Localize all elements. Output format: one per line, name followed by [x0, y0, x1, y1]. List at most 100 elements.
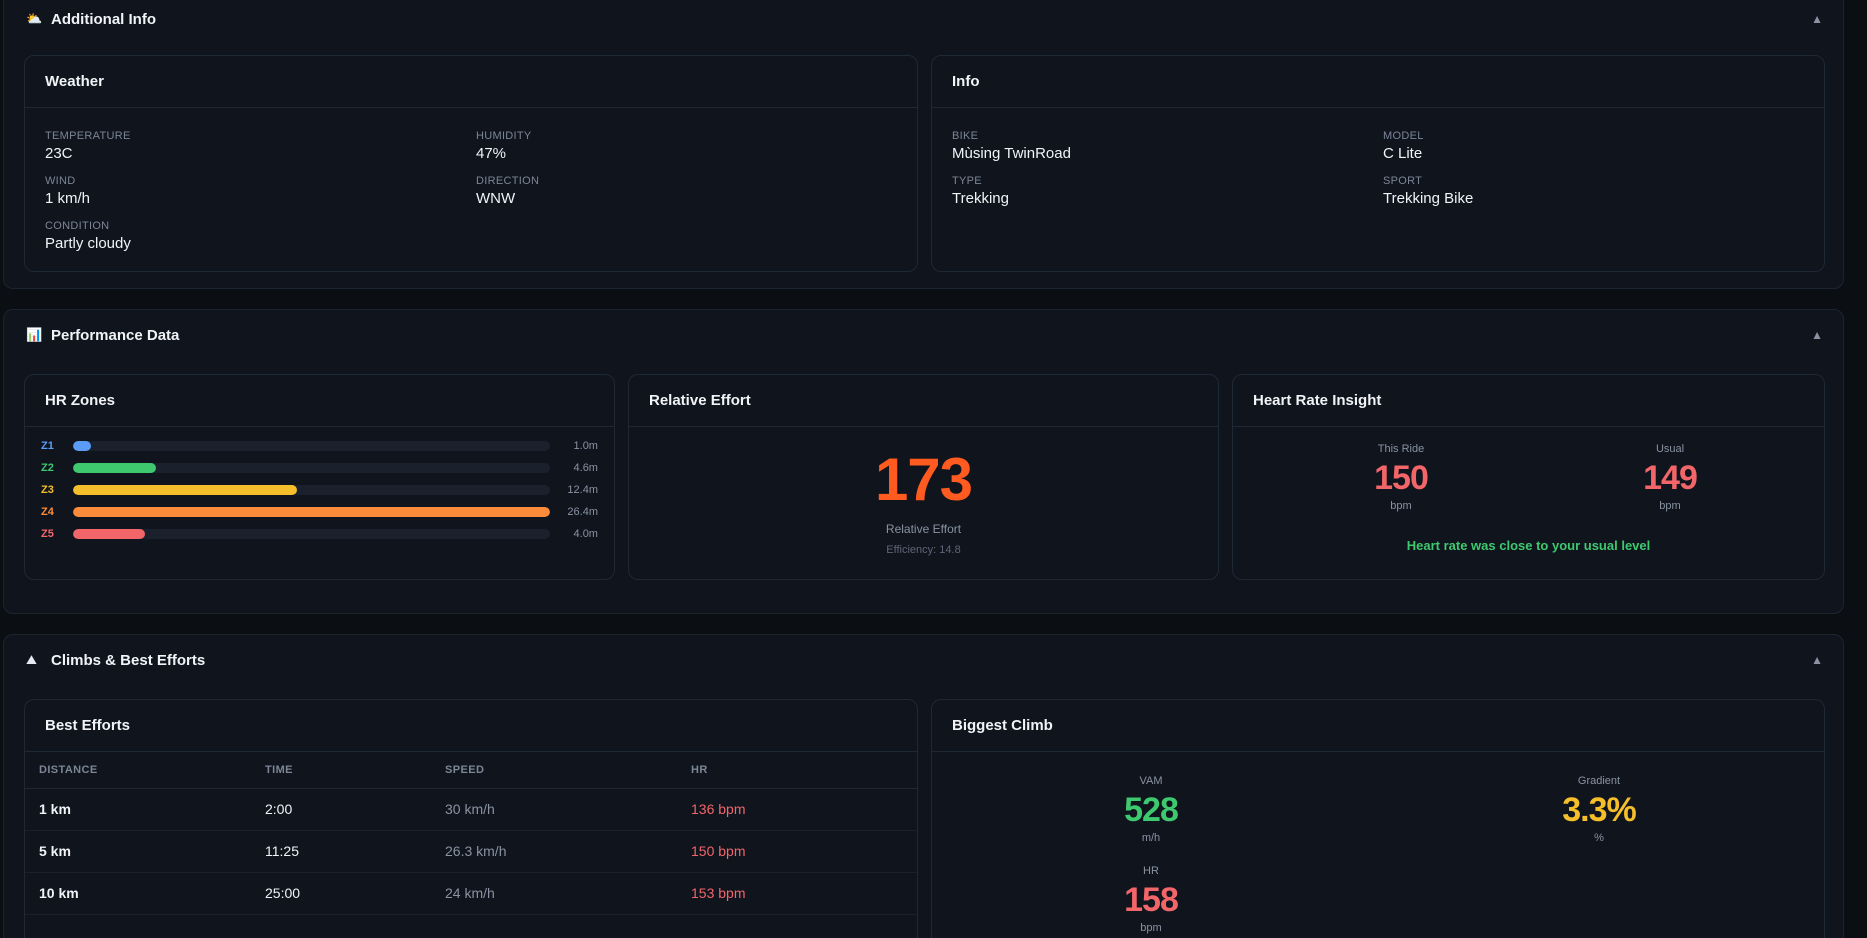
- gradient-unit: %: [1594, 832, 1604, 844]
- zone-bar-fill: [72, 507, 551, 517]
- zone-bar-track: [72, 463, 551, 473]
- hr-zone-row: Z4 26.4m: [41, 505, 598, 519]
- relative-effort-card: Relative Effort 173 Relative Effort Effi…: [628, 374, 1219, 580]
- collapse-icon[interactable]: ▲: [1811, 12, 1823, 26]
- biggest-climb-card: Biggest Climb VAM 528 m/h Gradient 3.3% …: [931, 699, 1825, 938]
- table-row: 5 km 11:25 26.3 km/h 150 bpm: [25, 830, 917, 873]
- this-ride-unit: bpm: [1390, 500, 1412, 512]
- info-card: Info BIKE Mùsing TwinRoad MODEL C Lite T…: [931, 55, 1825, 272]
- this-ride-hr-value: 150: [1374, 459, 1429, 497]
- zone-label: Z2: [41, 462, 54, 474]
- weather-emoji-icon: ⛅: [26, 11, 43, 26]
- effort-distance: 10 km: [25, 872, 265, 915]
- usual-label: Usual: [1655, 443, 1685, 455]
- best-efforts-table: DISTANCE TIME SPEED HR 1 km 2:00 30 km/h 13…: [25, 752, 917, 915]
- hr-zones-card: HR Zones Z1 1.0m Z2 4.6m Z3 12.4m Z4 26.4m Z5 4.0…: [24, 374, 615, 580]
- zone-duration: 4.0m: [573, 528, 598, 540]
- effort-hr: 153 bpm: [691, 872, 917, 915]
- heart-rate-insight-card: Heart Rate Insight This Ride 150 bpm Usu…: [1232, 374, 1825, 580]
- zone-label: Z5: [41, 528, 54, 540]
- condition-field: CONDITION Partly cloudy: [45, 220, 131, 252]
- hr-zone-row: Z2 4.6m: [41, 461, 598, 475]
- mountain-emoji-icon: ⛰: [26, 652, 37, 667]
- additional-info-header[interactable]: ⛅ Additional Info ▲: [4, 5, 1843, 33]
- this-ride-label: This Ride: [1377, 443, 1425, 455]
- zone-label: Z4: [41, 506, 54, 518]
- performance-section: 📊 Performance Data ▲ HR Zones Z1 1.0m Z2 4.…: [3, 309, 1844, 614]
- effort-distance: 5 km: [25, 830, 265, 873]
- hr-zone-row: Z3 12.4m: [41, 483, 598, 497]
- section-title: Climbs & Best Efforts: [51, 651, 206, 669]
- bar-chart-emoji-icon: 📊: [26, 327, 43, 342]
- card-title: HR Zones: [25, 375, 614, 427]
- zone-bar-track: [72, 507, 551, 517]
- vam-label: VAM: [1139, 775, 1163, 787]
- zone-bar-fill: [72, 463, 156, 473]
- zone-bar-fill: [72, 529, 146, 539]
- card-title: Heart Rate Insight: [1233, 375, 1824, 427]
- card-title: Relative Effort: [629, 375, 1218, 427]
- zone-duration: 4.6m: [573, 462, 598, 474]
- relative-effort-value: 173: [874, 446, 973, 513]
- bike-field: BIKE Mùsing TwinRoad: [952, 130, 1071, 162]
- additional-info-section: ⛅ Additional Info ▲ Weather TEMPERATURE …: [3, 0, 1844, 289]
- table-header-row: DISTANCE TIME SPEED HR: [25, 752, 917, 789]
- efficiency-text: Efficiency: 14.8: [886, 544, 961, 556]
- zone-label: Z1: [41, 440, 54, 452]
- zone-bar-track: [72, 529, 551, 539]
- zone-bar-track: [72, 441, 551, 451]
- type-field: TYPE Trekking: [952, 175, 1009, 207]
- hr-zone-row: Z1 1.0m: [41, 439, 598, 453]
- card-title: Weather: [25, 56, 917, 108]
- card-title: Info: [932, 56, 1824, 108]
- effort-speed: 30 km/h: [445, 788, 691, 831]
- effort-time: 25:00: [265, 872, 445, 915]
- relative-effort-label: Relative Effort: [885, 522, 962, 536]
- zone-duration: 12.4m: [567, 484, 598, 496]
- zone-duration: 1.0m: [573, 440, 598, 452]
- zone-bar-track: [72, 485, 551, 495]
- climbs-header[interactable]: ⛰ Climbs & Best Efforts ▲: [4, 646, 1843, 674]
- column-time: TIME: [265, 752, 445, 789]
- effort-hr: 150 bpm: [691, 830, 917, 873]
- sport-field: SPORT Trekking Bike: [1383, 175, 1474, 207]
- direction-field: DIRECTION WNW: [476, 175, 540, 207]
- usual-unit: bpm: [1659, 500, 1681, 512]
- effort-time: 2:00: [265, 788, 445, 831]
- card-title: Biggest Climb: [932, 700, 1824, 752]
- hr-insight-message: Heart rate was close to your usual level: [1406, 538, 1651, 553]
- performance-header[interactable]: 📊 Performance Data ▲: [4, 321, 1843, 349]
- section-title: Performance Data: [51, 326, 180, 344]
- effort-speed: 26.3 km/h: [445, 830, 691, 873]
- effort-hr: 136 bpm: [691, 788, 917, 831]
- table-row: 10 km 25:00 24 km/h 153 bpm: [25, 872, 917, 915]
- effort-distance: 1 km: [25, 788, 265, 831]
- humidity-field: HUMIDITY 47%: [476, 130, 532, 162]
- wind-field: WIND 1 km/h: [45, 175, 91, 207]
- table-row: 1 km 2:00 30 km/h 136 bpm: [25, 788, 917, 831]
- section-title: Additional Info: [51, 10, 156, 28]
- column-distance: DISTANCE: [25, 752, 265, 789]
- effort-time: 11:25: [265, 830, 445, 873]
- vam-value: 528: [1124, 791, 1179, 829]
- card-title: Best Efforts: [25, 700, 917, 752]
- climb-hr-value: 158: [1124, 881, 1179, 919]
- collapse-icon[interactable]: ▲: [1811, 653, 1823, 667]
- zone-bar-fill: [72, 441, 92, 451]
- column-speed: SPEED: [445, 752, 691, 789]
- zone-duration: 26.4m: [567, 506, 598, 518]
- temperature-field: TEMPERATURE 23C: [45, 130, 131, 162]
- model-field: MODEL C Lite: [1383, 130, 1424, 162]
- gradient-label: Gradient: [1577, 775, 1621, 787]
- vam-unit: m/h: [1141, 832, 1161, 844]
- climb-hr-unit: bpm: [1140, 922, 1162, 934]
- best-efforts-card: Best Efforts DISTANCE TIME SPEED HR 1 km…: [24, 699, 918, 938]
- gradient-value: 3.3%: [1562, 791, 1637, 829]
- collapse-icon[interactable]: ▲: [1811, 328, 1823, 342]
- hr-zone-row: Z5 4.0m: [41, 527, 598, 541]
- effort-speed: 24 km/h: [445, 872, 691, 915]
- column-hr: HR: [691, 752, 917, 789]
- zone-bar-fill: [72, 485, 298, 495]
- zone-label: Z3: [41, 484, 54, 496]
- climbs-section: ⛰ Climbs & Best Efforts ▲ Best Efforts D…: [3, 634, 1844, 938]
